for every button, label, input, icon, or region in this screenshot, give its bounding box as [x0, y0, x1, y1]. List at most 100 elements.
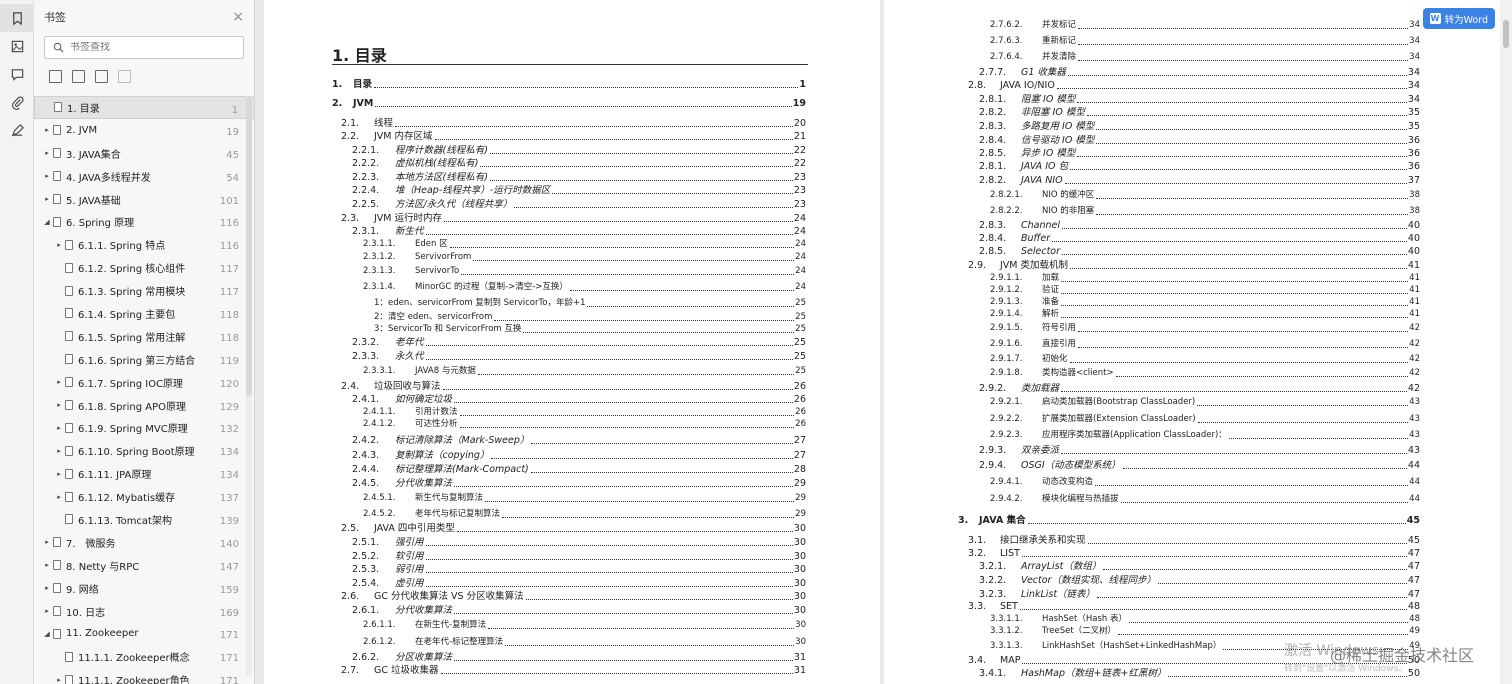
- expand-arrow-icon[interactable]: ▸: [55, 447, 63, 455]
- toc-entry[interactable]: 2.3. JVM 运行时内存 24: [341, 213, 806, 224]
- document-scrollbar-thumb[interactable]: [1503, 20, 1509, 48]
- bookmark-item[interactable]: ▸ 6.1.11. JPA原理 134: [34, 462, 254, 485]
- toc-entry[interactable]: 2.9.4.2. 模块化编程与热插拔 44: [990, 494, 1420, 505]
- bookmark-item[interactable]: 6.1.3. Spring 常用模块 117: [34, 279, 254, 302]
- toc-entry[interactable]: 2.7. GC 垃圾收集器 31: [341, 665, 806, 676]
- toc-entry[interactable]: 2.8.5. 异步 IO 模型 36: [979, 148, 1420, 159]
- toc-entry[interactable]: 2.8. JAVA IO/NIO 34: [968, 80, 1420, 91]
- toc-entry[interactable]: 2.2.5. 方法区/永久代（线程共享） 23: [352, 199, 806, 210]
- collapse-all-icon[interactable]: [72, 70, 85, 83]
- bookmark-item[interactable]: 6.1.4. Spring 主要包 118: [34, 302, 254, 325]
- bookmark-item[interactable]: ◢ 11. Zookeeper 171: [34, 622, 254, 645]
- toc-entry[interactable]: 2.7.6.3. 重新标记 34: [990, 36, 1420, 47]
- bookmark-scrollbar[interactable]: [246, 96, 252, 676]
- toc-entry[interactable]: 2.4.1. 如何确定垃圾 26: [352, 394, 806, 405]
- toc-entry[interactable]: 2.6.1. 分代收集算法 30: [352, 605, 806, 616]
- toc-entry[interactable]: 2.5. JAVA 四中引用类型 30: [341, 523, 806, 534]
- toc-entry[interactable]: 3.3. SET 48: [968, 601, 1420, 612]
- expand-arrow-icon[interactable]: ▸: [55, 470, 63, 478]
- toc-entry[interactable]: 3.2.2. Vector（数组实现、线程同步） 47: [979, 575, 1420, 586]
- bookmark-search[interactable]: [44, 36, 244, 59]
- toc-entry[interactable]: 2.4.1.2. 可达性分析 26: [363, 419, 806, 430]
- toc-entry[interactable]: 2.3.2. 老年代 25: [352, 337, 806, 348]
- expand-arrow-icon[interactable]: ◢: [43, 218, 51, 226]
- toc-entry[interactable]: 2.8.2.1. NIO 的缓冲区 38: [990, 190, 1420, 201]
- toc-entry[interactable]: 2.4.5. 分代收集算法 29: [352, 478, 806, 489]
- toc-entry[interactable]: 2.9.1.3. 准备 41: [990, 297, 1420, 308]
- expand-arrow-icon[interactable]: ▸: [43, 149, 51, 157]
- toc-entry[interactable]: 2. JVM 19: [332, 98, 806, 109]
- toc-entry[interactable]: 2.8.4. 信号驱动 IO 模型 36: [979, 135, 1420, 146]
- add-bookmark-icon[interactable]: [95, 70, 108, 83]
- toc-entry[interactable]: 2.3.1.2. ServivorFrom 24: [363, 252, 806, 263]
- bookmark-item[interactable]: 6.1.2. Spring 核心组件 117: [34, 256, 254, 279]
- toc-entry[interactable]: 2.5.1. 强引用 30: [352, 537, 806, 548]
- thumbnail-icon[interactable]: [0, 32, 34, 60]
- bookmark-item[interactable]: ▸ 6.1.10. Spring Boot原理 134: [34, 439, 254, 462]
- toc-entry[interactable]: 2.3.3. 永久代 25: [352, 351, 806, 362]
- bookmark-item[interactable]: ▸ 3. JAVA集合 45: [34, 142, 254, 165]
- document-scrollbar[interactable]: [1500, 0, 1512, 684]
- expand-arrow-icon[interactable]: ▸: [43, 561, 51, 569]
- toc-entry[interactable]: 2.9.1.5. 符号引用 42: [990, 323, 1420, 334]
- toc-entry[interactable]: 2.3.1. 新生代 24: [352, 226, 806, 237]
- bookmark-item[interactable]: ▸ 6.1.8. Spring APO原理 129: [34, 394, 254, 417]
- bookmark-item[interactable]: ▸ 10. 日志 169: [34, 600, 254, 623]
- convert-to-word-button[interactable]: W 转为Word: [1422, 8, 1495, 29]
- expand-arrow-icon[interactable]: ▸: [55, 378, 63, 386]
- bookmark-item[interactable]: ◢ 6. Spring 原理 116: [34, 210, 254, 233]
- toc-entry[interactable]: 2.8.2. JAVA NIO 37: [979, 175, 1420, 186]
- close-icon[interactable]: ×: [232, 9, 244, 25]
- expand-arrow-icon[interactable]: ▸: [43, 538, 51, 546]
- toc-entry[interactable]: 2.9.3. 双亲委派 43: [979, 445, 1420, 456]
- bookmark-item[interactable]: ▸ 2. JVM 19: [34, 119, 254, 142]
- toc-entry[interactable]: 3.2.3. LinkList（链表） 47: [979, 589, 1420, 600]
- expand-arrow-icon[interactable]: ◢: [43, 630, 51, 638]
- toc-entry[interactable]: 3. JAVA 集合 45: [958, 515, 1420, 526]
- toc-entry[interactable]: 2.2.2. 虚拟机栈(线程私有) 22: [352, 158, 806, 169]
- toc-entry[interactable]: 3.2. LIST 47: [968, 548, 1420, 559]
- toc-entry[interactable]: 2.7.6.4. 并发清除 34: [990, 52, 1420, 63]
- toc-entry[interactable]: 2.9.2.3. 应用程序类加载器(Application ClassLoader…: [990, 430, 1420, 441]
- expand-arrow-icon[interactable]: ▸: [55, 493, 63, 501]
- toc-entry[interactable]: 2.8.3. Channel 40: [979, 220, 1420, 231]
- toc-entry[interactable]: 2.4. 垃圾回收与算法 26: [341, 381, 806, 392]
- toc-entry[interactable]: 2.8.2. 非阻塞 IO 模型 35: [979, 107, 1420, 118]
- toc-entry[interactable]: 2.9.4.1. 动态改变构造 44: [990, 477, 1420, 488]
- toc-entry[interactable]: 1： eden、servicorFrom 复制到 ServicorTo，年龄+1 2…: [374, 298, 806, 309]
- toc-entry[interactable]: 2.3.3.1. JAVA8 与元数据 25: [363, 366, 806, 377]
- bookmark-item[interactable]: ▸ 6.1.12. Mybatis缓存 137: [34, 485, 254, 508]
- attachment-icon[interactable]: [0, 88, 34, 116]
- expand-arrow-icon[interactable]: ▸: [43, 584, 51, 592]
- toc-entry[interactable]: 2.3.1.1. Eden 区 24: [363, 239, 806, 250]
- bookmark-search-input[interactable]: [70, 42, 230, 53]
- toc-entry[interactable]: 2.4.5.1. 新生代与复制算法 29: [363, 493, 806, 504]
- toc-entry[interactable]: 2.2.3. 本地方法区(线程私有) 23: [352, 172, 806, 183]
- toc-entry[interactable]: 3： ServicorTo 和 ServicorFrom 互换 25: [374, 324, 806, 335]
- bookmark-item[interactable]: 11.1.1. Zookeeper概念 171: [34, 645, 254, 668]
- bookmark-item[interactable]: ▸ 5. JAVA基础 101: [34, 188, 254, 211]
- toc-entry[interactable]: 2.9.1.1. 加载 41: [990, 273, 1420, 284]
- toc-entry[interactable]: 2.3.1.3. ServivorTo 24: [363, 266, 806, 277]
- bookmark-item[interactable]: 6.1.6. Spring 第三方结合 119: [34, 348, 254, 371]
- expand-arrow-icon[interactable]: ▸: [55, 241, 63, 249]
- toc-entry[interactable]: 2.9.1.7. 初始化 42: [990, 354, 1420, 365]
- toc-entry[interactable]: 1. 目录 1: [332, 79, 806, 90]
- toc-entry[interactable]: 2.9.1.2. 验证 41: [990, 285, 1420, 296]
- bookmark-item[interactable]: ▸ 9. 网络 159: [34, 577, 254, 600]
- expand-arrow-icon[interactable]: ▸: [55, 676, 63, 684]
- toc-entry[interactable]: 2.7.7. G1 收集器 34: [979, 67, 1420, 78]
- toc-entry[interactable]: 2.4.2. 标记清除算法（Mark-Sweep） 27: [352, 435, 806, 446]
- toc-entry[interactable]: 2.2.1. 程序计数器(线程私有) 22: [352, 145, 806, 156]
- toc-entry[interactable]: 2.6. GC 分代收集算法 VS 分区收集算法 30: [341, 591, 806, 602]
- toc-entry[interactable]: 2.9. JVM 类加载机制 41: [968, 260, 1420, 271]
- toc-entry[interactable]: 2.4.4. 标记整理算法(Mark-Compact) 28: [352, 464, 806, 475]
- toc-entry[interactable]: 2.6.1.1. 在新生代-复制算法 30: [363, 620, 806, 631]
- toc-entry[interactable]: 2.9.1.6. 直接引用 42: [990, 339, 1420, 350]
- toc-entry[interactable]: 2.2.4. 堆（Heap-线程共享）-运行时数据区 23: [352, 185, 806, 196]
- toc-entry[interactable]: 2.8.5. Selector 40: [979, 246, 1420, 257]
- bookmark-item[interactable]: ▸ 6.1.1. Spring 特点 116: [34, 233, 254, 256]
- expand-arrow-icon[interactable]: ▸: [43, 126, 51, 134]
- bookmark-icon[interactable]: [0, 4, 34, 32]
- toc-entry[interactable]: 2.9.4. OSGI（动态模型系统） 44: [979, 460, 1420, 471]
